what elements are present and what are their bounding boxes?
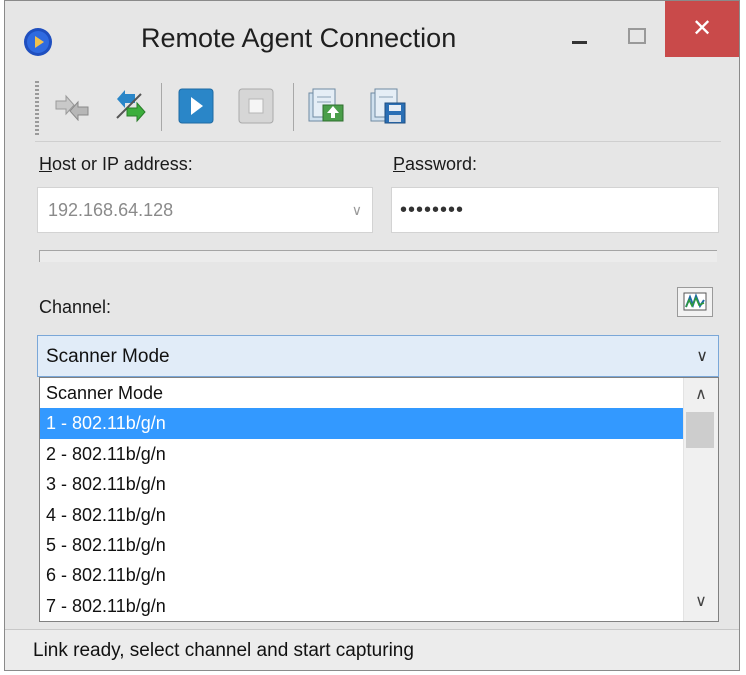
graph-icon: [683, 292, 707, 311]
minimize-button[interactable]: [553, 19, 609, 61]
toolbar-separator: [161, 83, 162, 131]
chart-button[interactable]: [677, 287, 713, 317]
window-title: Remote Agent Connection: [141, 23, 457, 53]
dropdown-option[interactable]: 2 - 802.11b/g/n: [40, 439, 684, 469]
title-bar[interactable]: Remote Agent Connection ✕: [5, 1, 739, 75]
close-button[interactable]: ✕: [665, 1, 739, 57]
dropdown-option[interactable]: 7 - 802.11b/g/n: [40, 591, 684, 621]
scroll-thumb[interactable]: [686, 412, 714, 448]
status-text: Link ready, select channel and start cap…: [33, 640, 414, 661]
scroll-down-icon[interactable]: ∨: [684, 591, 718, 617]
password-label: Password:: [393, 154, 478, 174]
password-field[interactable]: ••••••••: [391, 187, 719, 233]
stop-capture-button[interactable]: [233, 83, 279, 129]
dropdown-option[interactable]: 6 - 802.11b/g/n: [40, 560, 684, 590]
dropdown-option[interactable]: 4 - 802.11b/g/n: [40, 500, 684, 530]
host-label: Host or IP address:: [39, 154, 193, 174]
dropdown-scrollbar[interactable]: ∧ ∨: [683, 378, 718, 621]
channel-select[interactable]: Scanner Mode ∨: [37, 335, 719, 377]
toolbar: [35, 75, 721, 142]
connection-progress-bar: [39, 250, 717, 262]
connect-arrows-icon: [55, 94, 89, 121]
channel-label: Channel:: [39, 297, 112, 317]
host-combobox[interactable]: 192.168.64.128 ∨: [37, 187, 373, 233]
open-config-button[interactable]: [303, 83, 349, 129]
play-icon: [178, 88, 214, 124]
save-config-button[interactable]: [365, 83, 411, 129]
status-bar: Link ready, select channel and start cap…: [5, 629, 739, 670]
remote-agent-window: Remote Agent Connection ✕ Host or IP add…: [4, 0, 740, 671]
open-config-icon: [308, 88, 344, 122]
dropdown-options: Scanner Mode 1 - 802.11b/g/n 2 - 802.11b/g…: [40, 378, 684, 621]
maximize-button[interactable]: [609, 19, 665, 61]
dropdown-option[interactable]: 5 - 802.11b/g/n: [40, 530, 684, 560]
scroll-up-icon[interactable]: ∧: [684, 384, 718, 410]
app-icon: [24, 28, 52, 56]
dropdown-option[interactable]: 1 - 802.11b/g/n: [40, 408, 684, 439]
toolbar-grip[interactable]: [35, 81, 39, 137]
connect-button[interactable]: [49, 83, 95, 129]
reconnect-arrows-icon: [116, 90, 146, 123]
reconnect-button[interactable]: [107, 83, 153, 129]
password-value: ••••••••: [400, 199, 465, 221]
save-config-icon: [370, 88, 406, 124]
dropdown-option[interactable]: 3 - 802.11b/g/n: [40, 469, 684, 499]
chevron-down-icon[interactable]: ∨: [696, 346, 708, 366]
toolbar-separator: [293, 83, 294, 131]
stop-icon: [238, 88, 274, 124]
start-capture-button[interactable]: [173, 83, 219, 129]
chevron-down-icon[interactable]: ∨: [352, 202, 362, 219]
dropdown-option[interactable]: Scanner Mode: [40, 378, 684, 408]
channel-dropdown-list: Scanner Mode 1 - 802.11b/g/n 2 - 802.11b/g…: [39, 377, 719, 622]
host-value: 192.168.64.128: [48, 200, 174, 220]
channel-selected-value: Scanner Mode: [46, 346, 170, 367]
